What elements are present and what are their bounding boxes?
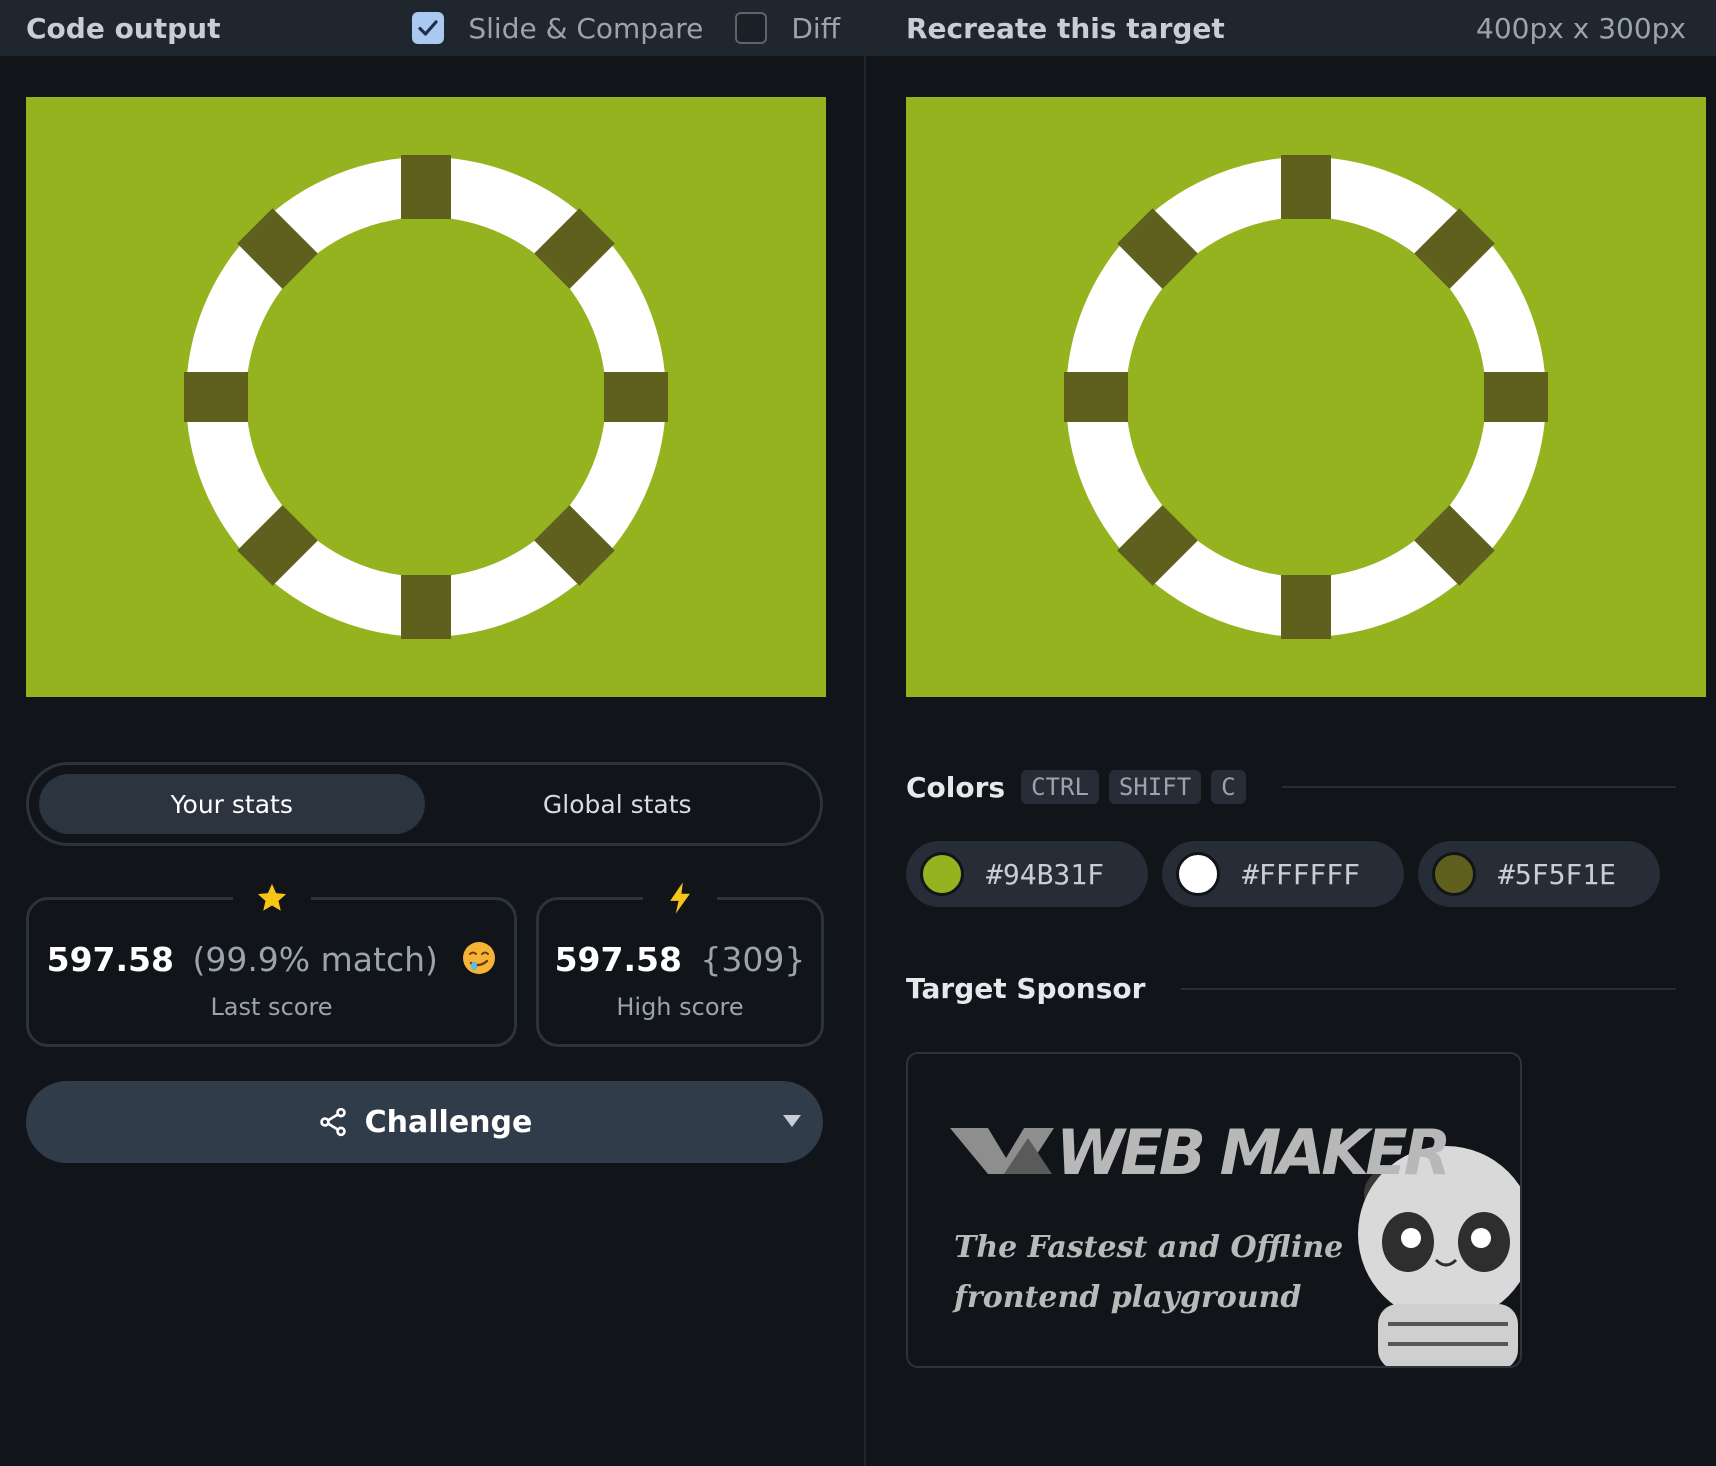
lightning-icon bbox=[670, 882, 690, 914]
color-swatch[interactable]: #94B31F bbox=[906, 841, 1148, 907]
high-score-rank: {309} bbox=[700, 940, 806, 979]
shortcut-key-shift: SHIFT bbox=[1108, 770, 1202, 804]
buoy-band bbox=[1281, 155, 1331, 219]
colors-title: Colors bbox=[906, 770, 1006, 804]
diff-checkbox[interactable] bbox=[735, 12, 768, 44]
target-panel: Recreate this target 400px x 300px Color… bbox=[866, 0, 1716, 1466]
stats-tabs: Your stats Global stats bbox=[26, 762, 823, 846]
buoy-band bbox=[184, 372, 248, 422]
divider-line bbox=[1281, 786, 1676, 788]
last-score-caption: Last score bbox=[210, 993, 333, 1021]
tab-your-stats[interactable]: Your stats bbox=[39, 774, 425, 834]
sponsor-title: Target Sponsor bbox=[906, 972, 1146, 1005]
color-hex: #FFFFFF bbox=[1242, 857, 1361, 891]
buoy-band bbox=[1064, 372, 1128, 422]
buoy-band bbox=[401, 155, 451, 219]
code-output-header: Code output Slide & Compare Diff bbox=[0, 0, 864, 56]
slide-compare-checkbox[interactable] bbox=[412, 12, 445, 44]
code-output-panel: Code output Slide & Compare Diff Your st… bbox=[0, 0, 864, 1466]
color-swatch[interactable]: #5F5F1E bbox=[1418, 841, 1660, 907]
challenge-label: Challenge bbox=[364, 1104, 533, 1140]
sponsor-tagline-line1: The Fastest and Offline bbox=[954, 1230, 1344, 1265]
tab-global-stats[interactable]: Global stats bbox=[425, 774, 811, 834]
color-dot bbox=[1176, 852, 1220, 896]
chevron-down-icon[interactable] bbox=[781, 1113, 803, 1129]
lifebuoy-target bbox=[906, 97, 1706, 697]
buoy-band bbox=[401, 575, 451, 639]
checkmark-icon bbox=[418, 20, 438, 36]
web-maker-logo-icon bbox=[950, 1128, 1520, 1366]
color-hex: #5F5F1E bbox=[1498, 857, 1617, 891]
buoy-band bbox=[1484, 372, 1548, 422]
target-canvas bbox=[906, 97, 1706, 697]
color-dot bbox=[1432, 852, 1476, 896]
share-icon bbox=[319, 1107, 346, 1137]
code-output-title: Code output bbox=[26, 11, 221, 45]
target-title: Recreate this target bbox=[906, 11, 1225, 45]
shortcut-key-c: C bbox=[1211, 770, 1246, 804]
lifebuoy-render bbox=[26, 97, 826, 697]
challenge-button[interactable]: Challenge bbox=[26, 1081, 823, 1163]
buoy-band bbox=[1281, 575, 1331, 639]
slide-compare-label[interactable]: Slide & Compare bbox=[468, 12, 703, 45]
last-score-value: 597.58 bbox=[46, 940, 174, 979]
sponsor-ad[interactable]: WEB MAKER The Fastest and Offline fronte… bbox=[906, 1052, 1522, 1368]
high-score-value: 597.58 bbox=[554, 940, 682, 979]
sponsor-tagline-line2: frontend playground bbox=[954, 1280, 1302, 1315]
sponsor-brand: WEB MAKER bbox=[1056, 1116, 1451, 1189]
buoy-band bbox=[604, 372, 668, 422]
high-score-caption: High score bbox=[616, 993, 744, 1021]
sponsor-header: Target Sponsor bbox=[906, 972, 1676, 1005]
color-swatch[interactable]: #FFFFFF bbox=[1162, 841, 1404, 907]
high-score-card: 597.58 {309} High score bbox=[536, 878, 824, 1047]
code-output-canvas[interactable] bbox=[26, 97, 826, 697]
color-hex: #94B31F bbox=[986, 857, 1105, 891]
color-swatches: #94B31F #FFFFFF #5F5F1E bbox=[906, 841, 1674, 907]
last-score-card: 597.58 (99.9% match) Last score bbox=[26, 878, 517, 1047]
color-dot bbox=[920, 852, 964, 896]
divider-line bbox=[1181, 987, 1676, 990]
shortcut-key-ctrl: CTRL bbox=[1021, 770, 1099, 804]
colors-header: Colors CTRL SHIFT C bbox=[906, 770, 1676, 804]
star-icon bbox=[257, 883, 286, 911]
target-header: Recreate this target 400px x 300px bbox=[866, 0, 1716, 56]
target-size: 400px x 300px bbox=[1476, 11, 1686, 45]
drooling-face-emoji-icon bbox=[463, 942, 496, 974]
diff-label[interactable]: Diff bbox=[791, 12, 840, 45]
last-score-match: (99.9% match) bbox=[192, 940, 438, 979]
